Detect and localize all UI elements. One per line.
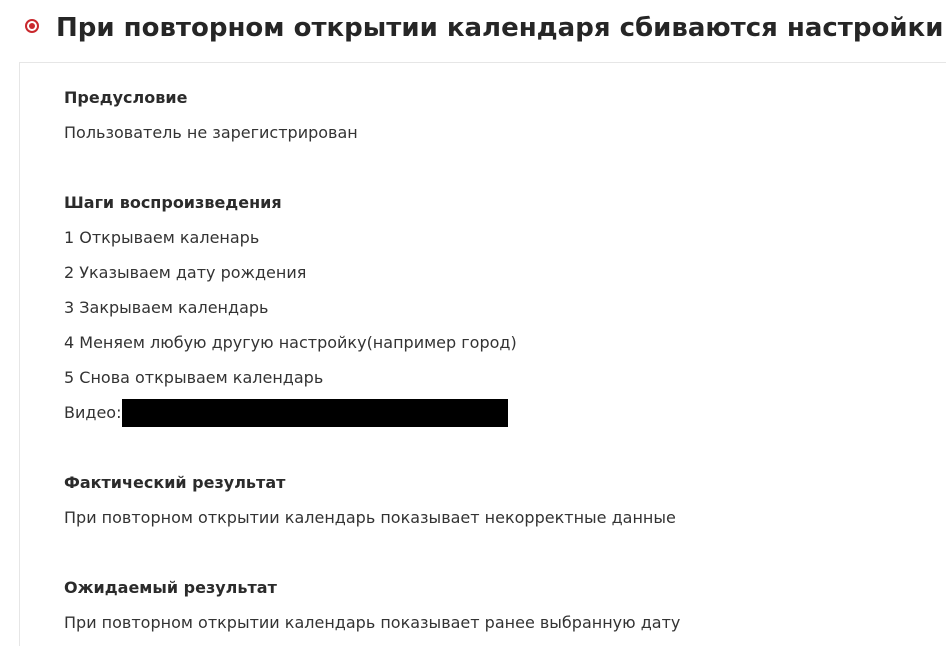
steps-heading: Шаги воспроизведения — [64, 193, 282, 212]
title-bar: При повторном открытии календаря сбивают… — [0, 0, 946, 60]
video-label: Видео: — [64, 403, 122, 422]
video-row: Видео: — [64, 399, 509, 427]
actual-result-heading: Фактический результат — [64, 473, 286, 492]
expected-result-text: При повторном открытии календарь показыв… — [64, 613, 681, 632]
status-bullet-icon — [25, 19, 39, 33]
page-title: При повторном открытии календаря сбивают… — [56, 13, 944, 43]
step-item: 4 Меняем любую другую настройку(например… — [64, 333, 517, 352]
step-item: 3 Закрываем календарь — [64, 298, 269, 317]
step-item: 1 Открываем каленарь — [64, 228, 260, 247]
precondition-heading: Предусловие — [64, 88, 188, 107]
step-item: 2 Указываем дату рождения — [64, 263, 307, 282]
video-link-redacted[interactable] — [122, 399, 509, 427]
expected-result-heading: Ожидаемый результат — [64, 578, 277, 597]
step-item: 5 Снова открываем календарь — [64, 368, 324, 387]
actual-result-text: При повторном открытии календарь показыв… — [64, 508, 676, 527]
precondition-text: Пользователь не зарегистрирован — [64, 123, 358, 142]
